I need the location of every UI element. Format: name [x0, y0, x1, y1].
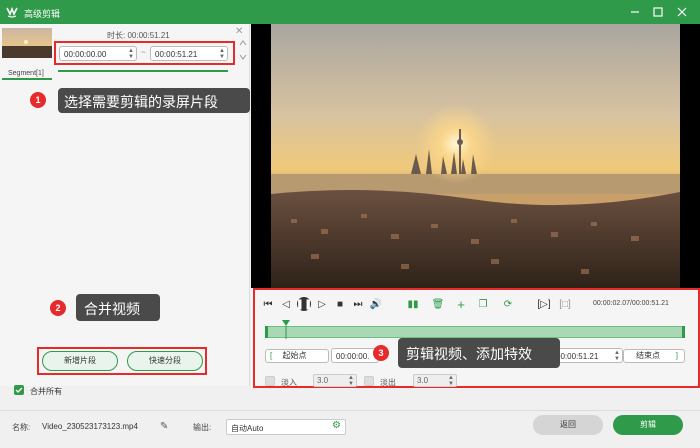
name-label: 名称: — [12, 423, 31, 432]
timeline-track[interactable] — [265, 326, 685, 338]
back-button[interactable]: 返回 — [533, 415, 603, 435]
clip-end-spinner-icon[interactable]: ▲ ▼ — [614, 350, 620, 362]
merge-all-label: 合并所有 — [30, 387, 62, 396]
clip-start-time-input[interactable]: 00:00:00. — [331, 348, 379, 363]
player-controls: ⏮ ◁ ❚❚ ▷ ■ ⏭ 🔊 ▮▮ 🗑 + ❐ ⟳ [▷] [□] 00:00:… — [251, 288, 700, 388]
step-back-icon[interactable]: ◁ — [279, 297, 293, 311]
video-preview[interactable] — [251, 24, 700, 288]
clip-start-time-value: 00:00:00. — [336, 352, 370, 361]
snapshot-icon[interactable]: [□] — [558, 297, 572, 311]
start-bracket: [ — [270, 351, 273, 360]
title-bar: 高级剪辑 — [0, 0, 700, 24]
window-title: 高级剪辑 — [24, 9, 61, 19]
stop-icon[interactable]: ■ — [333, 297, 347, 311]
end-bracket: ] — [675, 351, 678, 360]
checkmark-icon — [15, 387, 23, 393]
clip-end-time-input[interactable]: 00:00:51.21 ▲ ▼ — [551, 348, 623, 363]
delete-icon[interactable]: 🗑 — [431, 297, 445, 311]
duration-label: 时长: — [107, 31, 126, 40]
timeline-left-handle[interactable] — [265, 326, 268, 338]
callout-number-1: 1 — [30, 92, 46, 108]
new-segment-button[interactable]: 新增片段 — [42, 351, 118, 371]
skip-to-end-icon[interactable]: ⏭ — [351, 297, 365, 311]
edit-name-icon[interactable]: ✎ — [160, 421, 168, 432]
duration-value: 00:00:51.21 — [127, 31, 170, 40]
add-icon[interactable]: + — [454, 297, 468, 312]
end-point-label: 结束点 — [636, 351, 660, 360]
segment-thumbnail-image — [2, 28, 52, 58]
callout-select-segment: 选择需要剪辑的录屏片段 — [58, 88, 250, 113]
callout-number-2: 2 — [50, 300, 66, 316]
playhead-icon[interactable] — [281, 319, 291, 339]
minimize-icon[interactable] — [628, 5, 642, 19]
fade-in-input[interactable]: 3.0 ▲ ▼ — [313, 374, 357, 387]
segment-scroll-arrows-icon[interactable] — [238, 38, 248, 62]
fade-out-label: 淡出 — [380, 378, 396, 387]
callout-edit-video: 剪辑视频、添加特效 — [398, 338, 560, 368]
timeline-right-handle[interactable] — [682, 326, 685, 338]
fade-out-value: 3.0 — [417, 376, 429, 385]
set-start-point-icon[interactable]: [▷] — [537, 297, 551, 311]
split-icon[interactable]: ▮▮ — [406, 297, 420, 311]
output-path-value: 自动Auto — [231, 424, 264, 433]
highlight-box-segment-times — [54, 41, 235, 65]
segment-selected-indicator — [2, 78, 52, 80]
output-path-field[interactable]: 自动Auto — [226, 419, 346, 435]
clip-end-time-value: 00:00:51.21 — [556, 352, 599, 361]
video-frame-image — [271, 24, 680, 288]
copy-icon[interactable]: ❐ — [476, 297, 490, 311]
footer-bar: 名称: Video_230523173123.mp4 ✎ 输出: 自动Auto … — [0, 410, 700, 448]
fade-in-value: 3.0 — [317, 376, 329, 385]
segment-close-icon[interactable]: ✕ — [235, 26, 243, 37]
fade-out-checkbox[interactable] — [364, 376, 374, 386]
fade-in-spinner-icon[interactable]: ▲ ▼ — [348, 375, 354, 387]
callout-number-3: 3 — [373, 345, 389, 361]
app-logo-icon — [6, 6, 18, 18]
start-point-label: 起始点 — [282, 351, 307, 360]
merge-all-checkbox[interactable] — [14, 385, 24, 395]
start-point-button[interactable]: [ 起始点 — [265, 349, 329, 363]
output-label: 输出: — [193, 423, 212, 432]
fade-in-checkbox[interactable] — [265, 376, 275, 386]
volume-icon[interactable]: 🔊 — [369, 297, 383, 311]
segment-duration: 时长: 00:00:51.21 — [107, 30, 170, 41]
file-name-field[interactable]: Video_230523173123.mp4 — [38, 419, 142, 435]
close-icon[interactable] — [675, 5, 689, 19]
cut-button[interactable]: 剪辑 — [613, 415, 683, 435]
output-settings-gear-icon[interactable]: ⚙ — [332, 420, 341, 431]
reset-icon[interactable]: ⟳ — [501, 297, 515, 311]
fade-in-label: 淡入 — [281, 378, 297, 387]
maximize-icon[interactable] — [651, 5, 665, 19]
segment-label[interactable]: Segment[1] — [8, 70, 44, 77]
playback-time-readout: 00:00:02.07/00:00:51.21 — [593, 300, 669, 307]
callout-merge-video: 合并视频 — [76, 294, 160, 321]
segment-range-bar — [58, 70, 228, 72]
fade-out-input[interactable]: 3.0 ▲ ▼ — [413, 374, 457, 387]
segment-panel: Segment[1] 时长: 00:00:51.21 ✕ 00:00:00.00… — [0, 24, 250, 396]
skip-to-start-icon[interactable]: ⏮ — [261, 297, 275, 311]
pause-icon[interactable]: ❚❚ — [296, 297, 312, 311]
step-forward-icon[interactable]: ▷ — [315, 297, 329, 311]
fade-out-spinner-icon[interactable]: ▲ ▼ — [448, 375, 454, 387]
segment-thumbnail[interactable] — [2, 28, 52, 58]
end-point-button[interactable]: 结束点 ] — [623, 349, 685, 363]
fast-split-button[interactable]: 快速分段 — [127, 351, 203, 371]
